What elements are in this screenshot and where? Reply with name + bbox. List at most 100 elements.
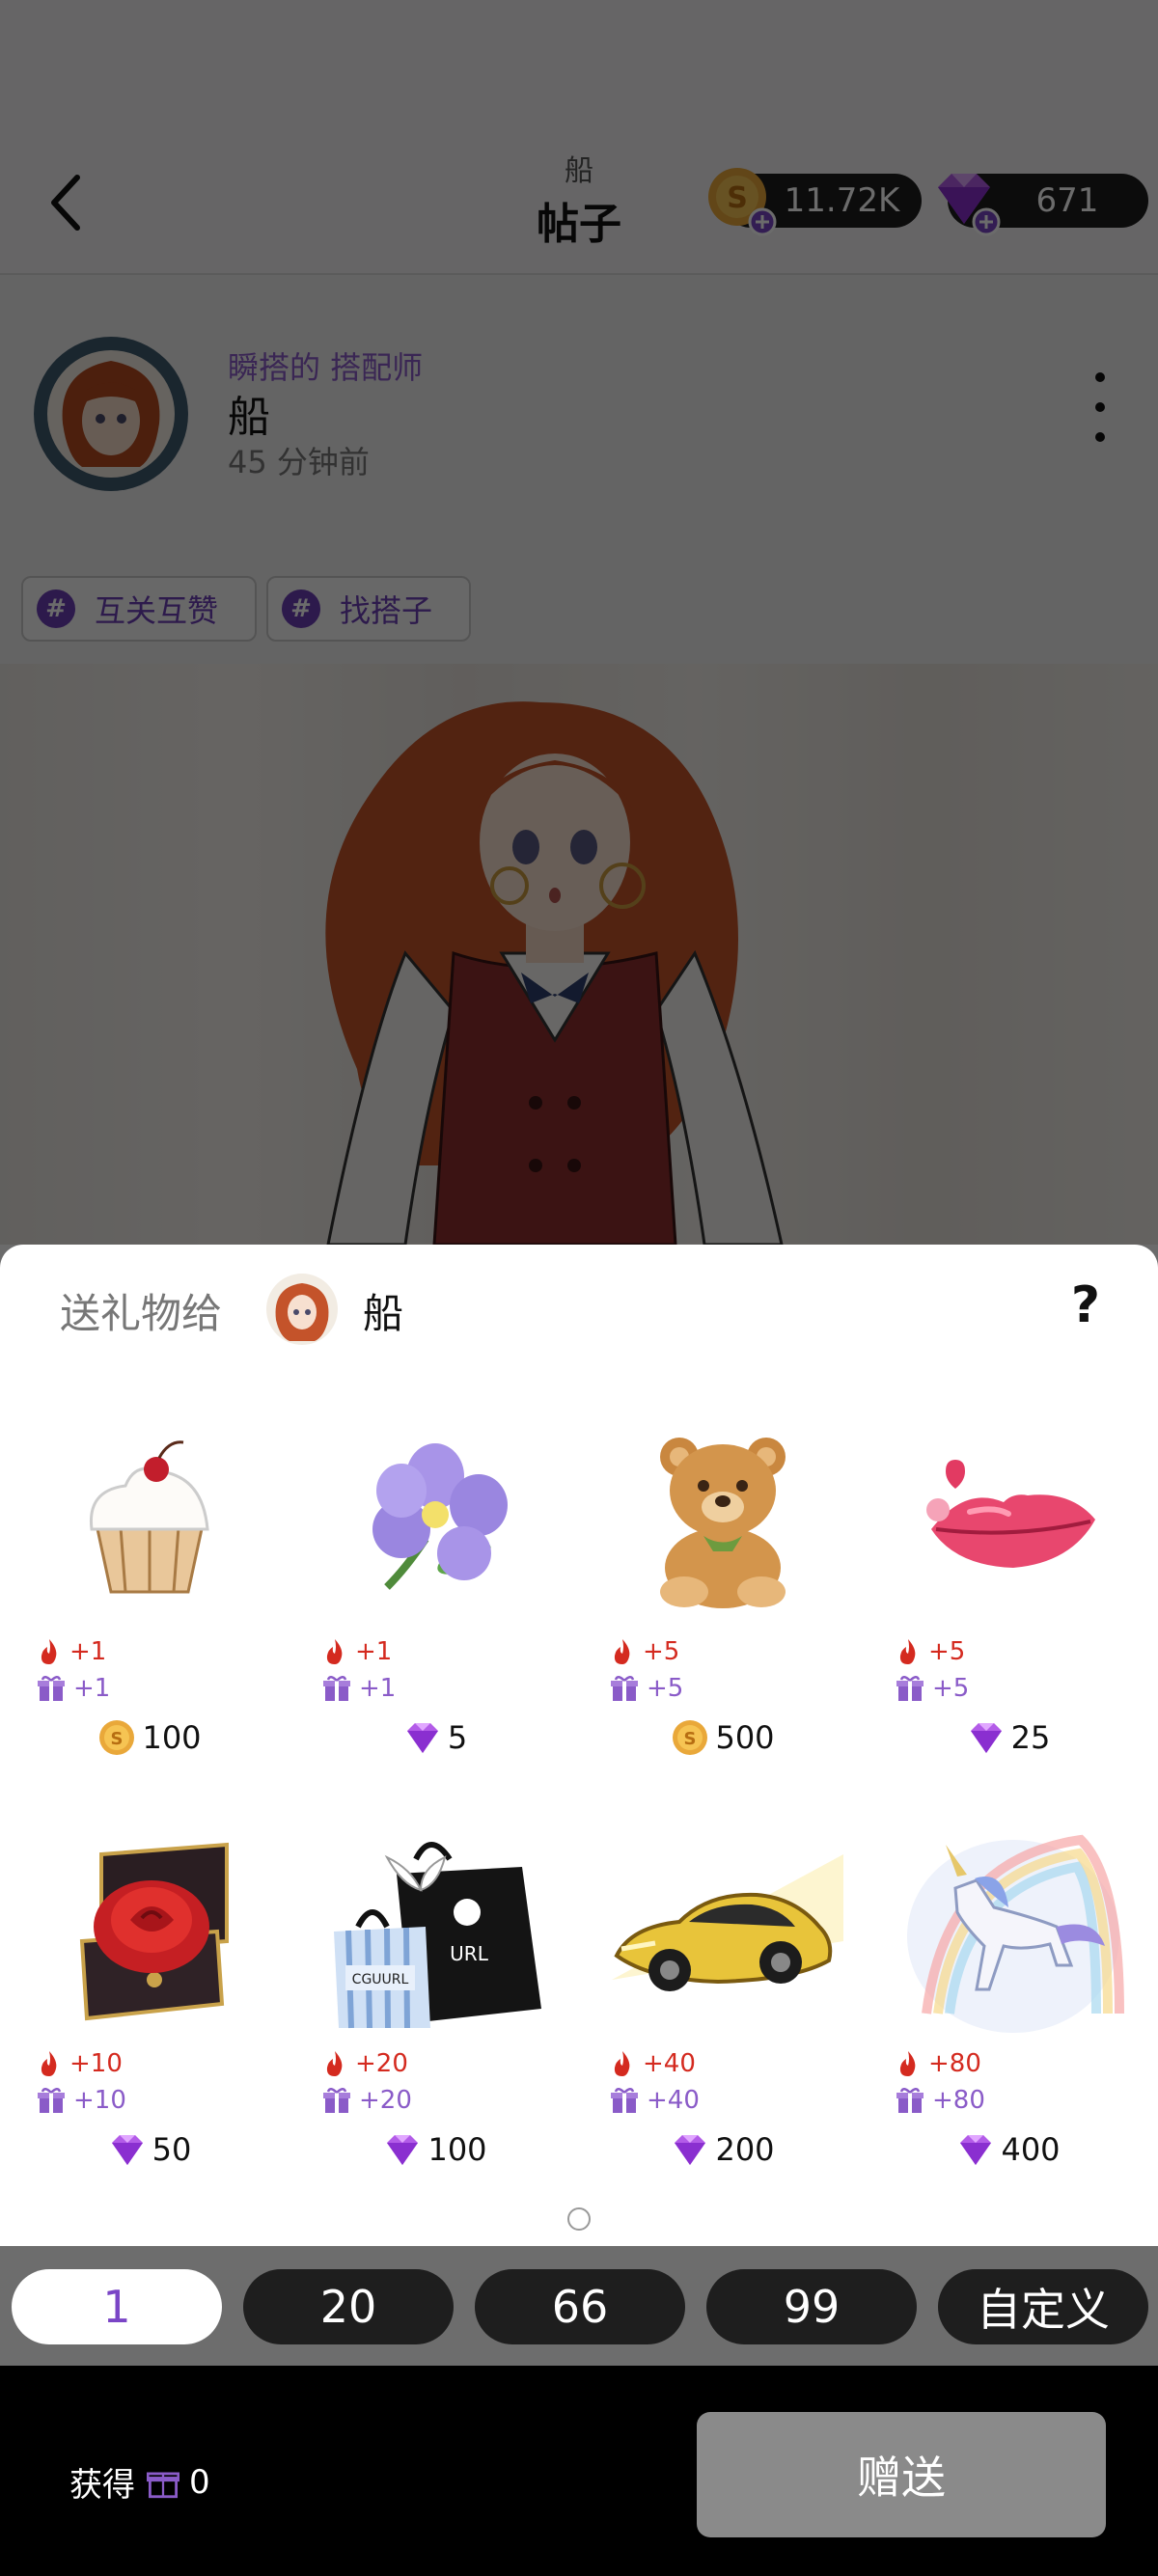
heat-stat: +5 xyxy=(610,1634,679,1669)
heat-value: +1 xyxy=(69,1637,107,1666)
gem-balance[interactable]: 671 xyxy=(938,174,1148,236)
heat-stat: +10 xyxy=(37,2046,123,2081)
coin-add-icon: S xyxy=(708,168,777,236)
gift-box-icon xyxy=(38,1676,65,1701)
help-button[interactable]: ? xyxy=(1062,1274,1110,1337)
gift-item-unicorn[interactable]: +80 +80 400 xyxy=(868,1821,1148,2226)
character-illustration xyxy=(325,701,784,1245)
author-row: 瞬搭的 搭配师 船 45 分钟前 xyxy=(0,309,1158,502)
gift-item-rose-box[interactable]: +10 +10 50 xyxy=(10,1821,290,2226)
hashtag-icon: # xyxy=(282,589,320,628)
flame-icon xyxy=(614,1639,630,1664)
coin-balance[interactable]: S 11.72K xyxy=(708,168,922,236)
gift-item-shopping-bags[interactable]: URL CGUURL +20 +20 100 xyxy=(295,1821,575,2226)
svg-text:S: S xyxy=(727,181,748,215)
flame-icon xyxy=(326,2051,343,2076)
heat-stat: +5 xyxy=(896,1634,965,1669)
bag-label-left: CGUURL xyxy=(352,1972,409,1987)
points-stat: +5 xyxy=(610,1671,683,1706)
sports-car-icon xyxy=(612,1854,843,1991)
heat-stat: +20 xyxy=(322,2046,408,2081)
quantity-option-66[interactable]: 66 xyxy=(475,2269,685,2344)
gift-box-icon xyxy=(38,2088,65,2113)
points-value: +20 xyxy=(359,2086,412,2115)
heat-stat: +1 xyxy=(37,1634,106,1669)
gift-box-icon xyxy=(611,2088,638,2113)
price-value: 500 xyxy=(715,1719,775,1756)
points-stat: +40 xyxy=(610,2083,700,2118)
svg-text:S: S xyxy=(684,1729,697,1749)
heat-value: +40 xyxy=(643,2049,696,2078)
gift-box-icon xyxy=(147,2472,179,2498)
more-options-button[interactable] xyxy=(1081,359,1119,455)
send-footer: 获得 0 赠送 xyxy=(0,2366,1158,2576)
points-stat: +10 xyxy=(37,2083,126,2118)
gift-price: 25 xyxy=(868,1715,1148,1760)
price-value: 100 xyxy=(427,2131,487,2168)
heat-value: +5 xyxy=(643,1637,680,1666)
price-value: 200 xyxy=(715,2131,775,2168)
flame-icon xyxy=(899,1639,916,1664)
post-image[interactable] xyxy=(0,664,1158,1245)
gift-price: 400 xyxy=(868,2127,1148,2172)
dot-icon xyxy=(1095,372,1105,382)
gem-icon xyxy=(111,2135,143,2165)
post-time: 45 分钟前 xyxy=(228,444,370,480)
gift-price: 100 xyxy=(295,2127,575,2172)
quantity-option-1[interactable]: 1 xyxy=(12,2269,222,2344)
author-name[interactable]: 船 xyxy=(228,382,270,444)
flame-icon xyxy=(41,2051,57,2076)
cupcake-icon xyxy=(89,1440,209,1594)
points-value: +5 xyxy=(647,1674,684,1703)
quantity-option-custom[interactable]: 自定义 xyxy=(938,2269,1148,2344)
gift-box-icon xyxy=(611,1676,638,1701)
gift-item-teddy-bear[interactable]: +5 +5 S 500 xyxy=(583,1409,863,1814)
quantity-option-20[interactable]: 20 xyxy=(243,2269,454,2344)
gem-icon xyxy=(406,1723,438,1753)
gift-price: 5 xyxy=(295,1715,575,1760)
price-value: 400 xyxy=(1001,2131,1061,2168)
heat-value: +5 xyxy=(928,1637,966,1666)
gift-item-flower[interactable]: +1 +1 5 xyxy=(295,1409,575,1814)
points-value: +1 xyxy=(73,1674,111,1703)
gift-box-icon xyxy=(896,2088,924,2113)
coin-icon: S xyxy=(99,1720,135,1755)
gift-price: 50 xyxy=(10,2127,290,2172)
kiss-lips-icon xyxy=(926,1460,1095,1568)
page-indicator xyxy=(567,2207,591,2231)
earn-label: 获得 xyxy=(69,2466,135,2505)
recipient-name: 船 xyxy=(363,1290,404,1337)
tag-label: 互关互赞 xyxy=(95,592,219,629)
gift-item-kiss-lips[interactable]: +5 +5 25 xyxy=(868,1409,1148,1814)
send-button[interactable]: 赠送 xyxy=(697,2412,1106,2537)
points-value: +5 xyxy=(932,1674,970,1703)
points-stat: +80 xyxy=(896,2083,985,2118)
tag-chip[interactable]: # 找搭子 xyxy=(266,576,471,642)
flame-icon xyxy=(326,1639,343,1664)
points-stat: +1 xyxy=(322,1671,396,1706)
points-value: +80 xyxy=(932,2086,985,2115)
dot-icon xyxy=(1095,402,1105,412)
points-value: +40 xyxy=(647,2086,700,2115)
heat-stat: +80 xyxy=(896,2046,981,2081)
gift-item-cupcake[interactable]: +1 +1 S 100 xyxy=(10,1409,290,1814)
points-stat: +1 xyxy=(37,1671,110,1706)
earn-value: 0 xyxy=(189,2462,210,2502)
heat-value: +10 xyxy=(69,2049,123,2078)
points-value: +10 xyxy=(73,2086,126,2115)
quantity-option-99[interactable]: 99 xyxy=(706,2269,917,2344)
tag-label: 找搭子 xyxy=(340,592,433,629)
coin-icon: S xyxy=(673,1720,708,1755)
teddy-bear-icon xyxy=(660,1438,786,1608)
gift-price: S 100 xyxy=(10,1715,290,1760)
heat-stat: +40 xyxy=(610,2046,696,2081)
avatar[interactable] xyxy=(29,332,193,496)
hashtag-icon: # xyxy=(37,589,75,628)
gift-item-sports-car[interactable]: +40 +40 200 xyxy=(583,1821,863,2226)
tag-chip[interactable]: # 互关互赞 xyxy=(21,576,257,642)
svg-text:S: S xyxy=(111,1729,124,1749)
flame-icon xyxy=(899,2051,916,2076)
points-stat: +5 xyxy=(896,1671,969,1706)
post-page: 船 帖子 S 11.72K 671 瞬搭的 搭配师 船 45 分钟前 # 互关互… xyxy=(0,0,1158,1245)
price-value: 5 xyxy=(447,1719,468,1756)
